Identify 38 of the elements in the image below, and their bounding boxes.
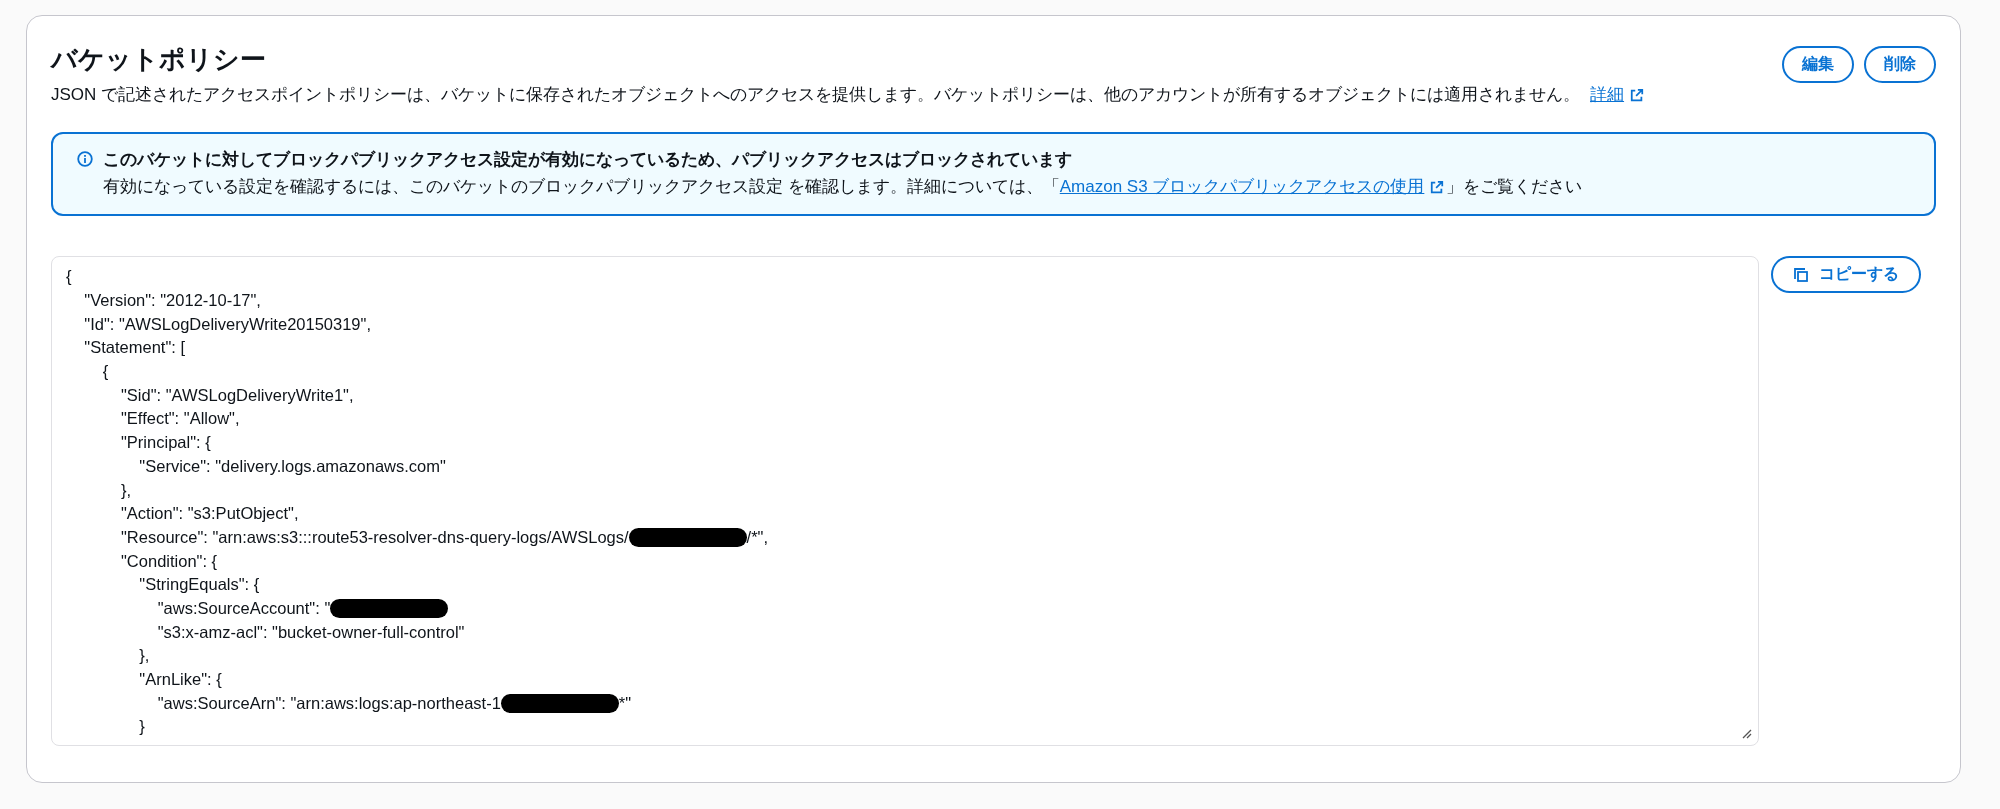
details-link[interactable]: 詳細 — [1590, 83, 1625, 106]
code-line: "Condition": { — [120, 551, 218, 571]
code-line: "Effect": "Allow", — [120, 409, 240, 429]
docs-link[interactable]: Amazon S3 ブロックパブリックアクセスの使用 — [1059, 175, 1425, 198]
resize-handle-icon[interactable] — [1740, 727, 1752, 739]
code-line: { — [66, 267, 72, 287]
code-line: }, — [120, 480, 132, 500]
policy-editor[interactable] — [51, 256, 1759, 746]
copy-icon — [1793, 266, 1809, 283]
code-line: "s3:x-amz-acl": "bucket-owner-full-control" — [156, 622, 465, 642]
code-line: { — [101, 362, 109, 382]
code-line: }, — [138, 646, 150, 666]
delete-button[interactable]: 削除 — [1864, 46, 1936, 83]
external-link-icon — [1630, 87, 1645, 102]
panel-description: JSON で記述されたアクセスポイントポリシーは、バケットに保存されたオブジェクトへのアクセスを提供します。バケットポリシーは、他のアカウントが所有するオブジェクトには適用されません。 — [51, 84, 1581, 106]
copy-button[interactable]: コピーする — [1771, 256, 1921, 293]
code-line: "Id": "AWSLogDeliveryWrite20150319", — [83, 314, 371, 334]
code-line: "Service": "delivery.logs.amazonaws.com" — [138, 456, 446, 476]
code-line: "Version": "2012-10-17", — [83, 291, 261, 311]
code-line: "Sid": "AWSLogDeliveryWrite1", — [120, 385, 354, 405]
alert-title: このバケットに対してブロックパブリックアクセス設定が有効になっているため、パブリックアクセスはブロックされています — [103, 149, 1073, 171]
code-line: "StringEquals": { — [138, 575, 260, 595]
external-link-icon — [1430, 179, 1445, 194]
code-line: "Resource": "arn:aws:s3:::route53-resolver-dns-query-logs/AWSLogs/ — [120, 527, 629, 547]
code-line: } — [138, 717, 145, 737]
code-line: "aws:SourceArn": "arn:aws:logs:ap-northeast-1 — [156, 693, 501, 713]
code-text: /*", — [746, 527, 769, 547]
code-line: "aws:SourceAccount": " — [156, 598, 331, 618]
edit-button[interactable]: 編集 — [1782, 46, 1854, 83]
alert-text: 有効になっている設定を確認するには、このバケットのブロックパブリックアクセス設定 を確認します。詳細については、「 — [103, 176, 1060, 198]
code-line: "Statement": [ — [83, 338, 185, 358]
alert-text: 」をご覧ください — [1446, 176, 1583, 198]
panel-title: バケットポリシー — [51, 43, 267, 76]
code-line: "Principal": { — [120, 433, 211, 453]
code-line: "ArnLike": { — [138, 670, 222, 690]
code-text: *" — [618, 693, 632, 713]
info-icon — [77, 151, 93, 167]
code-line: "Action": "s3:PutObject", — [120, 504, 299, 524]
